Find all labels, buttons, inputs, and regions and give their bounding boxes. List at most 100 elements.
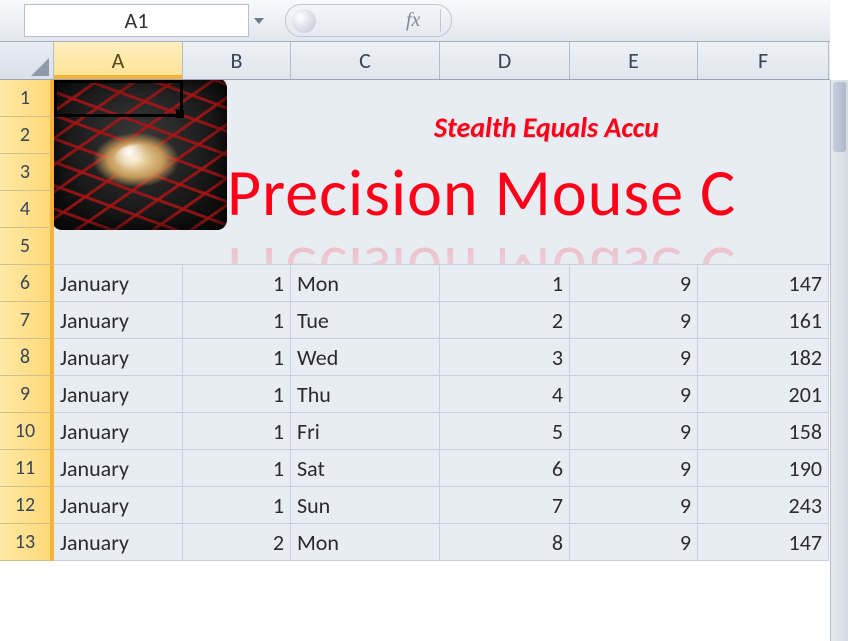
cell-F9[interactable]: 201: [698, 376, 829, 413]
row-head-8[interactable]: 8: [0, 339, 54, 376]
cell-B12[interactable]: 1: [183, 487, 291, 524]
cell-D10[interactable]: 5: [440, 413, 570, 450]
cell-C6[interactable]: Mon: [291, 265, 440, 302]
cell-F6[interactable]: 147: [698, 265, 829, 302]
col-head-label: A: [112, 47, 125, 74]
cell-E12[interactable]: 9: [570, 487, 698, 524]
formula-bar: A1 fx: [0, 0, 830, 42]
name-box[interactable]: A1: [24, 4, 249, 37]
cell-F8[interactable]: 182: [698, 339, 829, 376]
insert-function-icon[interactable]: [292, 9, 316, 33]
row-head-3[interactable]: 3: [0, 154, 54, 191]
col-head-label: B: [231, 47, 243, 74]
cell-E9[interactable]: 9: [570, 376, 698, 413]
row-head-13[interactable]: 13: [0, 524, 54, 561]
cell-B6[interactable]: 1: [183, 265, 291, 302]
cell-D9[interactable]: 4: [440, 376, 570, 413]
cell-F10[interactable]: 158: [698, 413, 829, 450]
table-row: 9 January 1 Thu 4 9 201: [0, 376, 830, 413]
cell-D6[interactable]: 1: [440, 265, 570, 302]
grid[interactable]: 1 2 3 4 5 Stealth Equals Accu Precision …: [0, 80, 830, 641]
col-head-label: F: [758, 47, 768, 74]
cell-A12[interactable]: January: [54, 487, 183, 524]
cell-E10[interactable]: 9: [570, 413, 698, 450]
cell-A13[interactable]: January: [54, 524, 183, 561]
cell-B8[interactable]: 1: [183, 339, 291, 376]
cell-F11[interactable]: 190: [698, 450, 829, 487]
cell-B11[interactable]: 1: [183, 450, 291, 487]
table-row: 7 January 1 Tue 2 9 161: [0, 302, 830, 339]
col-head-label: E: [628, 47, 639, 74]
row-head-1[interactable]: 1: [0, 80, 54, 117]
name-box-dropdown[interactable]: [248, 4, 270, 37]
cell-D13[interactable]: 8: [440, 524, 570, 561]
company-logo: [54, 80, 227, 230]
cell-B7[interactable]: 1: [183, 302, 291, 339]
row-head-12[interactable]: 12: [0, 487, 54, 524]
col-head-F[interactable]: F: [698, 42, 829, 79]
col-head-A[interactable]: A: [54, 42, 183, 79]
row-head-2[interactable]: 2: [0, 117, 54, 154]
table-row: 13 January 2 Mon 8 9 147: [0, 524, 830, 561]
title-banner: Stealth Equals Accu Precision Mouse C Pr…: [54, 80, 830, 265]
table-row: 10 January 1 Fri 5 9 158: [0, 413, 830, 450]
cell-A10[interactable]: January: [54, 413, 183, 450]
cell-E8[interactable]: 9: [570, 339, 698, 376]
cell-D8[interactable]: 3: [440, 339, 570, 376]
table-row: 12 January 1 Sun 7 9 243: [0, 487, 830, 524]
cell-B10[interactable]: 1: [183, 413, 291, 450]
cell-A7[interactable]: January: [54, 302, 183, 339]
col-head-E[interactable]: E: [570, 42, 698, 79]
cell-E7[interactable]: 9: [570, 302, 698, 339]
table-row: 8 January 1 Wed 3 9 182: [0, 339, 830, 376]
row-head-10[interactable]: 10: [0, 413, 54, 450]
table-row: 11 January 1 Sat 6 9 190: [0, 450, 830, 487]
cell-F12[interactable]: 243: [698, 487, 829, 524]
row-head-9[interactable]: 9: [0, 376, 54, 413]
cell-C7[interactable]: Tue: [291, 302, 440, 339]
col-head-B[interactable]: B: [183, 42, 291, 79]
col-head-C[interactable]: C: [291, 42, 440, 79]
col-head-label: C: [359, 47, 371, 74]
cell-D11[interactable]: 6: [440, 450, 570, 487]
cell-A11[interactable]: January: [54, 450, 183, 487]
cell-E6[interactable]: 9: [570, 265, 698, 302]
col-head-D[interactable]: D: [440, 42, 570, 79]
cell-C8[interactable]: Wed: [291, 339, 440, 376]
col-head-label: D: [498, 47, 512, 74]
company-name-reflection: Precision Mouse C: [227, 230, 736, 265]
row-head-7[interactable]: 7: [0, 302, 54, 339]
cell-A8[interactable]: January: [54, 339, 183, 376]
scrollbar-thumb[interactable]: [833, 82, 846, 152]
company-name: Precision Mouse C: [227, 152, 736, 233]
cell-A6[interactable]: January: [54, 265, 183, 302]
cell-C12[interactable]: Sun: [291, 487, 440, 524]
table-row: 6 January 1 Mon 1 9 147: [0, 265, 830, 302]
row-head-4[interactable]: 4: [0, 191, 54, 228]
fx-label[interactable]: fx: [406, 9, 441, 32]
cell-B13[interactable]: 2: [183, 524, 291, 561]
cell-C10[interactable]: Fri: [291, 413, 440, 450]
chevron-down-icon: [252, 14, 266, 28]
cell-F7[interactable]: 161: [698, 302, 829, 339]
cell-C9[interactable]: Thu: [291, 376, 440, 413]
cell-A9[interactable]: January: [54, 376, 183, 413]
cell-D7[interactable]: 2: [440, 302, 570, 339]
cell-F13[interactable]: 147: [698, 524, 829, 561]
cell-C11[interactable]: Sat: [291, 450, 440, 487]
row-head-11[interactable]: 11: [0, 450, 54, 487]
cell-E13[interactable]: 9: [570, 524, 698, 561]
cell-E11[interactable]: 9: [570, 450, 698, 487]
tagline-text: Stealth Equals Accu: [434, 110, 659, 145]
formula-input[interactable]: [452, 4, 830, 37]
vertical-scrollbar[interactable]: [830, 80, 848, 641]
row-head-5[interactable]: 5: [0, 228, 54, 265]
fx-button-area: fx: [285, 4, 452, 37]
cell-B9[interactable]: 1: [183, 376, 291, 413]
column-headers: A B C D E F: [0, 42, 830, 80]
row-head-6[interactable]: 6: [0, 265, 54, 302]
name-box-value: A1: [125, 7, 149, 34]
cell-C13[interactable]: Mon: [291, 524, 440, 561]
select-all-triangle[interactable]: [0, 42, 54, 79]
cell-D12[interactable]: 7: [440, 487, 570, 524]
